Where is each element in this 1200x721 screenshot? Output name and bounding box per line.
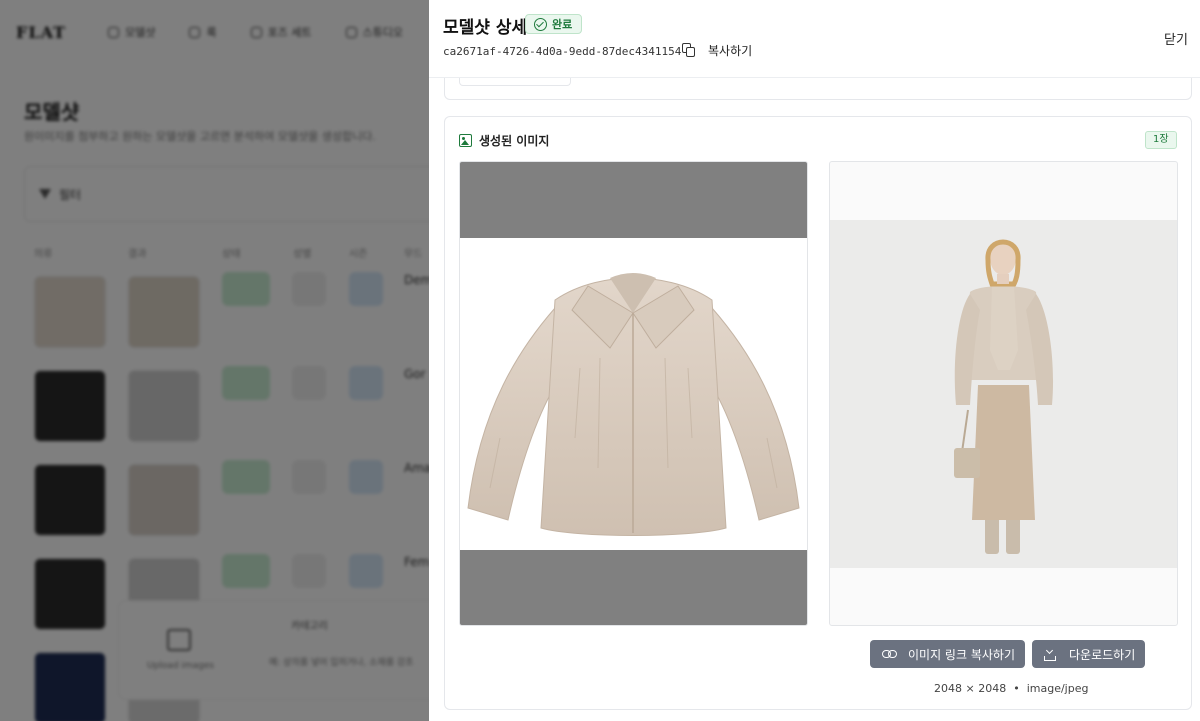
garment-photo <box>460 238 807 550</box>
panel-header: 모델샷 상세 완료 ca2671af-4726-4d0a-9edd-87dec4… <box>429 0 1200 78</box>
close-button[interactable]: 닫기 <box>1164 29 1188 48</box>
detail-panel: 모델샷 상세 완료 ca2671af-4726-4d0a-9edd-87dec4… <box>429 0 1200 721</box>
image-dimensions: 2048 × 2048 <box>934 682 1007 695</box>
image-actions: 이미지 링크 복사하기 다운로드하기 <box>870 640 1146 668</box>
meta-separator: • <box>1013 682 1020 695</box>
status-text: 완료 <box>552 18 573 31</box>
link-icon <box>882 650 897 658</box>
download-button[interactable]: 다운로드하기 <box>1032 640 1146 668</box>
copy-image-link-button[interactable]: 이미지 링크 복사하기 <box>870 640 1025 668</box>
copy-id-button[interactable]: 복사하기 <box>682 42 752 59</box>
job-id: ca2671af-4726-4d0a-9edd-87dec4341154 <box>443 45 682 58</box>
image-count-badge: 1장 <box>1145 131 1177 149</box>
model-image[interactable] <box>829 161 1178 626</box>
check-circle-icon <box>534 17 547 31</box>
model-illustration <box>954 239 1054 554</box>
image-meta: 2048 × 2048 • image/jpeg <box>934 682 1088 695</box>
fur-jacket-illustration <box>467 273 800 536</box>
generated-images-card: 생성된 이미지 1장 이미지 링크 복사하기 다운로드하기 2048 × 204… <box>444 116 1192 710</box>
garment-image[interactable] <box>459 161 808 626</box>
panel-title: 모델샷 상세 <box>443 18 528 38</box>
copy-label: 복사하기 <box>708 44 753 58</box>
image-format: image/jpeg <box>1026 682 1089 695</box>
model-photo <box>830 220 1177 568</box>
download-label: 다운로드하기 <box>1069 647 1136 662</box>
copy-icon <box>682 43 696 58</box>
copy-link-label: 이미지 링크 복사하기 <box>908 647 1015 662</box>
image-icon <box>459 134 472 147</box>
section-title: 생성된 이미지 <box>479 134 550 148</box>
status-badge: 완료 <box>525 14 583 34</box>
download-icon <box>1044 648 1057 661</box>
